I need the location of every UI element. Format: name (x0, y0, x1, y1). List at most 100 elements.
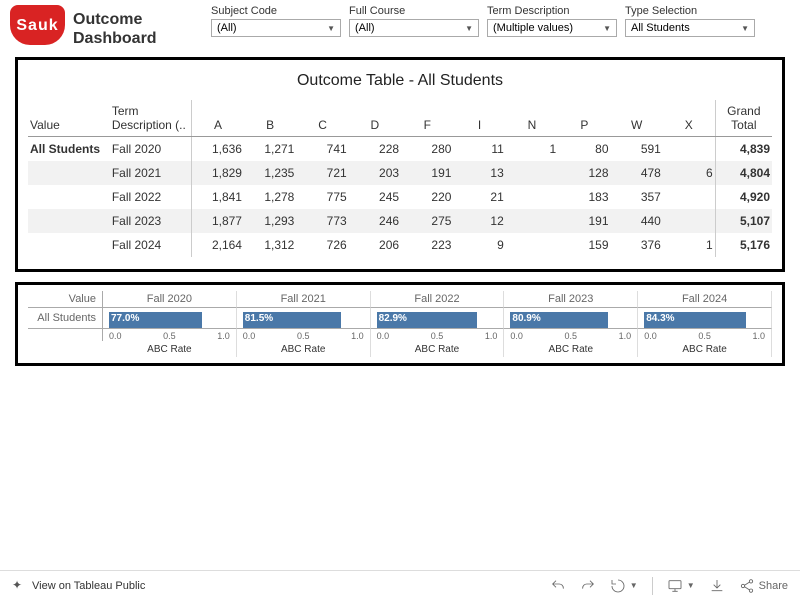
bar-value-label: 84.3% (646, 313, 674, 324)
filter-label: Term Description (487, 5, 617, 17)
grade-cell: 12 (453, 209, 505, 233)
footer: View on Tableau Public ▼ ▼ Share (0, 570, 800, 600)
grade-cell (663, 137, 715, 162)
table-row[interactable]: Fall 20242,1641,312726206223915937615,17… (28, 233, 772, 257)
grade-cell: 245 (349, 185, 401, 209)
grade-cell: 1,877 (192, 209, 244, 233)
table-row[interactable]: Fall 20221,8411,278775245220211833574,92… (28, 185, 772, 209)
grade-cell: 1 (506, 137, 558, 162)
type-selection-select[interactable]: All Students ▼ (625, 19, 755, 37)
filters: Subject Code (All) ▼ Full Course (All) ▼… (181, 5, 790, 37)
grade-cell: 1,235 (244, 161, 296, 185)
chart-bar-cell[interactable]: 80.9% (504, 308, 638, 329)
download-icon[interactable] (709, 578, 725, 594)
chart-bar-cell[interactable]: 84.3% (638, 308, 772, 329)
outcome-table: Value Term Description (.. A B C D F I N… (28, 100, 772, 257)
chart-axis-title: ABC Rate (638, 341, 772, 357)
total-cell: 4,920 (715, 185, 772, 209)
chart-bar-cell[interactable]: 81.5% (237, 308, 371, 329)
grade-cell: 1,829 (192, 161, 244, 185)
outcome-table-panel: Outcome Table - All Students Value Term … (15, 57, 785, 272)
chart-axis-title: ABC Rate (237, 341, 371, 357)
table-row[interactable]: Fall 20231,8771,293773246275121914405,10… (28, 209, 772, 233)
col-header-b[interactable]: B (244, 100, 296, 137)
grade-cell: 741 (296, 137, 348, 162)
col-header-x[interactable]: X (663, 100, 715, 137)
subject-code-select[interactable]: (All) ▼ (211, 19, 341, 37)
grade-cell: 1 (663, 233, 715, 257)
chart-header-term: Fall 2022 (371, 291, 505, 308)
share-label: Share (759, 580, 788, 592)
chart-bar-cell[interactable]: 82.9% (371, 308, 505, 329)
grade-cell: 280 (401, 137, 453, 162)
col-header-i[interactable]: I (453, 100, 505, 137)
undo-icon[interactable] (550, 578, 566, 594)
grade-cell: 1,293 (244, 209, 296, 233)
tableau-icon (12, 579, 26, 593)
grade-cell: 6 (663, 161, 715, 185)
chart-header-term: Fall 2021 (237, 291, 371, 308)
bar-value-label: 80.9% (512, 313, 540, 324)
col-header-a[interactable]: A (192, 100, 244, 137)
col-header-c[interactable]: C (296, 100, 348, 137)
chevron-down-icon: ▼ (603, 24, 611, 33)
col-header-d[interactable]: D (349, 100, 401, 137)
grade-cell (506, 185, 558, 209)
chart-bar-cell[interactable]: 77.0% (103, 308, 237, 329)
grade-cell: 721 (296, 161, 348, 185)
full-course-select[interactable]: (All) ▼ (349, 19, 479, 37)
term-cell: Fall 2022 (110, 185, 192, 209)
grade-cell: 478 (611, 161, 663, 185)
select-value: All Students (631, 22, 690, 34)
col-header-value[interactable]: Value (28, 100, 110, 137)
col-header-p[interactable]: P (558, 100, 610, 137)
grade-cell: 440 (611, 209, 663, 233)
chevron-down-icon: ▼ (465, 24, 473, 33)
view-on-tableau-link[interactable]: View on Tableau Public (12, 579, 145, 593)
chart-axis-ticks: 0.00.51.0 (371, 329, 505, 341)
term-cell: Fall 2021 (110, 161, 192, 185)
term-description-select[interactable]: (Multiple values) ▼ (487, 19, 617, 37)
bar-value-label: 81.5% (245, 313, 273, 324)
share-button[interactable]: Share (739, 578, 788, 594)
chart-header-value: Value (28, 291, 103, 308)
grade-cell: 159 (558, 233, 610, 257)
replay-icon (610, 578, 626, 594)
col-header-total[interactable]: Grand Total (715, 100, 772, 137)
grade-cell: 1,278 (244, 185, 296, 209)
replay-button[interactable]: ▼ (610, 578, 638, 594)
grade-cell: 1,841 (192, 185, 244, 209)
col-header-term[interactable]: Term Description (.. (110, 100, 192, 137)
grade-cell: 128 (558, 161, 610, 185)
filter-subject-code: Subject Code (All) ▼ (211, 5, 341, 37)
filter-term-description: Term Description (Multiple values) ▼ (487, 5, 617, 37)
filter-full-course: Full Course (All) ▼ (349, 5, 479, 37)
grade-cell: 246 (349, 209, 401, 233)
table-row[interactable]: Fall 20211,8291,2357212031911312847864,8… (28, 161, 772, 185)
select-value: (All) (217, 22, 237, 34)
grade-cell: 1,271 (244, 137, 296, 162)
grade-cell: 220 (401, 185, 453, 209)
grade-cell: 773 (296, 209, 348, 233)
chevron-down-icon: ▼ (741, 24, 749, 33)
term-cell: Fall 2020 (110, 137, 192, 162)
view-label: View on Tableau Public (32, 580, 145, 592)
chevron-down-icon: ▼ (327, 24, 335, 33)
grade-cell: 726 (296, 233, 348, 257)
redo-icon[interactable] (580, 578, 596, 594)
grade-cell: 191 (558, 209, 610, 233)
present-button[interactable]: ▼ (667, 578, 695, 594)
grade-cell (506, 209, 558, 233)
total-cell: 5,107 (715, 209, 772, 233)
col-header-n[interactable]: N (506, 100, 558, 137)
bar-value-label: 82.9% (379, 313, 407, 324)
col-header-f[interactable]: F (401, 100, 453, 137)
table-row[interactable]: All StudentsFall 20201,6361,271741228280… (28, 137, 772, 162)
total-cell: 5,176 (715, 233, 772, 257)
col-header-w[interactable]: W (611, 100, 663, 137)
table-title: Outcome Table - All Students (28, 68, 772, 100)
select-value: (All) (355, 22, 375, 34)
total-cell: 4,839 (715, 137, 772, 162)
divider (652, 577, 653, 595)
abc-rate-chart: ValueFall 2020Fall 2021Fall 2022Fall 202… (28, 291, 772, 357)
